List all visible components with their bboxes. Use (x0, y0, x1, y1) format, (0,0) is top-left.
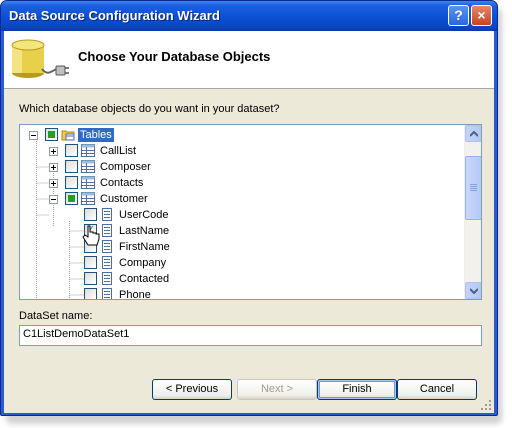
composer-checkbox[interactable] (65, 160, 78, 173)
tree-item-label: UserCode (119, 209, 169, 221)
tree-item-composer[interactable]: Composer (20, 159, 460, 175)
scroll-thumb[interactable] (465, 156, 481, 220)
tree-item-label: Contacted (119, 273, 170, 285)
wizard-window: Data Source Configuration Wizard ? × Cho… (0, 0, 498, 416)
tree-item-customer[interactable]: Customer (20, 191, 460, 207)
company-checkbox[interactable] (84, 256, 97, 269)
tables-checkbox[interactable] (45, 128, 58, 141)
grip-line (470, 190, 477, 191)
cancel-button[interactable]: Cancel (397, 379, 477, 400)
database-objects-tree[interactable]: Tables CallList Composer Contacts Custom… (19, 124, 482, 300)
grip-line (470, 186, 477, 187)
tree-item-label: Tables (78, 128, 114, 142)
tree-vertical-scrollbar[interactable] (464, 125, 481, 299)
dataset-name-label: DataSet name: (19, 310, 93, 322)
calllist-checkbox[interactable] (65, 144, 78, 157)
tree-item-label: Company (119, 257, 167, 269)
window-title: Data Source Configuration Wizard (9, 8, 220, 23)
contacted-checkbox[interactable] (84, 272, 97, 285)
tree-item-label: Phone (119, 289, 151, 300)
scroll-down-button[interactable] (465, 282, 481, 299)
tree-item-calllist[interactable]: CallList (20, 143, 460, 159)
mouse-pointer-icon (82, 225, 100, 246)
page-title: Choose Your Database Objects (78, 49, 271, 64)
help-button[interactable]: ? (448, 5, 469, 26)
expand-icon[interactable] (49, 179, 58, 188)
scroll-up-button[interactable] (465, 125, 481, 142)
tree-column-usercode[interactable]: UserCode (20, 207, 460, 223)
title-bar[interactable]: Data Source Configuration Wizard ? × (1, 1, 497, 31)
wizard-header: Choose Your Database Objects (4, 31, 494, 89)
contacts-checkbox[interactable] (65, 176, 78, 189)
column-icon (102, 256, 112, 269)
tree-column-company[interactable]: Company (20, 255, 460, 271)
grip-line (470, 184, 477, 185)
tree-column-contacted[interactable]: Contacted (20, 271, 460, 287)
usercode-checkbox[interactable] (84, 208, 97, 221)
tree-root-tables[interactable]: Tables (20, 127, 460, 143)
database-connector-icon (11, 39, 69, 78)
tree-item-label: LastName (119, 225, 170, 237)
collapse-icon[interactable] (49, 195, 58, 204)
column-icon (102, 272, 112, 285)
tree-item-label: Customer (100, 193, 148, 205)
table-icon (81, 176, 95, 189)
table-icon (81, 160, 95, 173)
expand-icon[interactable] (49, 147, 58, 156)
chevron-down-icon (470, 288, 478, 294)
column-icon (102, 240, 112, 253)
expand-icon[interactable] (49, 163, 58, 172)
grip-line (470, 188, 477, 189)
resize-grip-icon[interactable] (480, 399, 492, 411)
previous-button[interactable]: < Previous (152, 379, 232, 400)
tree-item-contacts[interactable]: Contacts (20, 175, 460, 191)
customer-checkbox[interactable] (65, 192, 78, 205)
close-button[interactable]: × (471, 5, 492, 26)
next-button[interactable]: Next > (237, 379, 317, 400)
wizard-body: Choose Your Database Objects Which datab… (4, 31, 494, 413)
phone-checkbox[interactable] (84, 288, 97, 299)
tables-folder-icon (61, 130, 75, 141)
column-icon (102, 288, 112, 299)
tree-item-label: FirstName (119, 241, 170, 253)
column-icon (102, 224, 112, 237)
tree-item-label: Composer (100, 161, 151, 173)
finish-button[interactable]: Finish (317, 379, 397, 400)
tree-column-phone[interactable]: Phone (20, 287, 460, 300)
table-icon (81, 192, 95, 205)
objects-prompt-label: Which database objects do you want in yo… (19, 103, 280, 115)
column-icon (102, 208, 112, 221)
dataset-name-input[interactable]: C1ListDemoDataSet1 (19, 325, 482, 346)
table-icon (81, 144, 95, 157)
tree-item-label: Contacts (100, 177, 144, 189)
collapse-icon[interactable] (29, 131, 38, 140)
tree-item-label: CallList (100, 145, 137, 157)
chevron-up-icon (470, 131, 478, 137)
